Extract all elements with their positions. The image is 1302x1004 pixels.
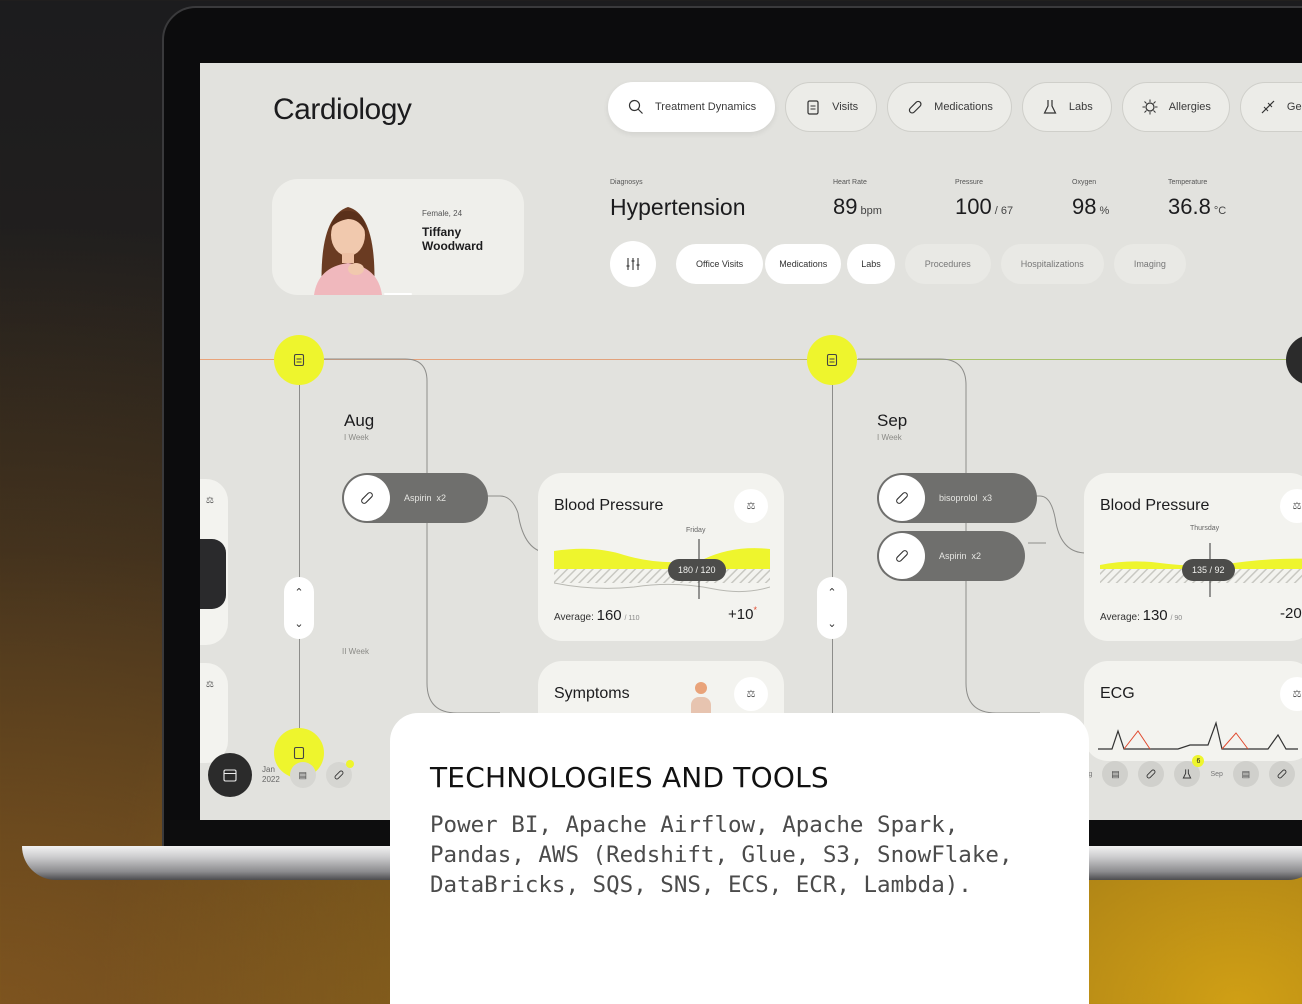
aug-week1-label: I Week xyxy=(344,433,369,442)
day-label: Thursday xyxy=(1190,525,1220,532)
device-card[interactable]: ⚖ xyxy=(200,479,228,645)
sep-blood-pressure-card[interactable]: Blood Pressure ⚖ Thursday 135 / 92 Avera… xyxy=(1084,473,1302,641)
sep-month-label: Sep xyxy=(877,411,908,430)
app-screen: Cardiology Treatment Dynamics Visits Med… xyxy=(200,63,1302,820)
chevron-up-icon[interactable]: ⌃ xyxy=(294,586,303,599)
scale-icon[interactable]: ⚖ xyxy=(734,489,768,523)
dock-medications-button[interactable] xyxy=(325,760,354,788)
bp-average: Average: 160 / 110 xyxy=(554,607,640,624)
pill-icon xyxy=(334,770,344,780)
technologies-text: Power BI, Apache Airflow, Apache Spark, … xyxy=(430,812,1013,898)
aug-blood-pressure-card[interactable]: Blood Pressure ⚖ Friday 180 / 120 Averag… xyxy=(538,473,784,641)
pill-icon xyxy=(1277,769,1287,779)
device-card-2[interactable]: ⚖ xyxy=(200,663,228,763)
aug-week2-label: II Week xyxy=(342,647,369,656)
bp-average: Average: 130 / 90 xyxy=(1100,607,1183,624)
scale-icon: ⚖ xyxy=(205,679,214,689)
calendar-icon xyxy=(223,769,237,782)
technologies-card: TECHNOLOGIES AND TOOLS Power BI, Apache … xyxy=(390,713,1089,1004)
flask-icon xyxy=(1183,769,1192,779)
sep-vertical-line xyxy=(832,385,833,745)
chevron-up-icon[interactable]: ⌃ xyxy=(827,586,836,599)
sep-medication-pill-2[interactable]: Aspirin x2 xyxy=(877,531,1025,581)
sep-week1-label: I Week xyxy=(877,433,902,442)
day-label: Friday xyxy=(686,527,706,534)
dock-medications-button[interactable] xyxy=(1138,761,1165,787)
scale-icon[interactable]: ⚖ xyxy=(1280,489,1302,523)
clipboard-icon: ▤ xyxy=(298,769,308,780)
sep-visit-node[interactable] xyxy=(807,335,857,385)
clipboard-icon: ▤ xyxy=(1241,768,1251,779)
card-title: ECG xyxy=(1100,685,1135,702)
clipboard-icon xyxy=(826,353,838,367)
pill-icon xyxy=(1147,769,1156,779)
dock-date: Jan 2022 xyxy=(262,765,280,784)
bottom-dock-right: Aug ▤ 6 Sep ▤ xyxy=(1080,755,1295,787)
pill-icon xyxy=(344,475,390,521)
pill-icon xyxy=(879,475,925,521)
dock-visits-button[interactable]: ▤ xyxy=(289,762,316,788)
scale-icon[interactable]: ⚖ xyxy=(734,677,768,711)
sep-medication-pill-1[interactable]: bisoprolol x3 xyxy=(877,473,1037,523)
bp-delta: -20 xyxy=(1280,605,1302,622)
bottom-dock: Jan 2022 ▤ xyxy=(208,753,354,797)
pill-icon xyxy=(879,533,925,579)
calendar-button[interactable] xyxy=(208,753,252,797)
chevron-down-icon[interactable]: ⌄ xyxy=(827,617,836,630)
ecg-waveform xyxy=(1098,721,1298,750)
aug-medication-pill[interactable]: Aspirin x2 xyxy=(342,473,488,523)
medication-name: Aspirin x2 xyxy=(939,551,982,561)
bp-readout: 135 / 92 xyxy=(1182,559,1235,581)
ecg-card[interactable]: ECG ⚖ xyxy=(1084,661,1302,761)
device-image xyxy=(200,539,226,609)
card-title: Symptoms xyxy=(554,685,630,702)
aug-vertical-line xyxy=(299,385,300,745)
bp-delta: +10* xyxy=(728,605,757,623)
dock-medications-button[interactable] xyxy=(1268,761,1295,787)
bp-readout: 180 / 120 xyxy=(668,559,726,581)
scale-icon: ⚖ xyxy=(205,495,214,505)
dock-labs-button[interactable]: 6 xyxy=(1174,755,1205,787)
medication-name: Aspirin x2 xyxy=(404,493,447,503)
sep-scroll-control[interactable]: ⌃ ⌄ xyxy=(817,577,847,639)
card-title: Blood Pressure xyxy=(554,497,664,514)
chevron-down-icon[interactable]: ⌄ xyxy=(294,617,303,630)
dock-visits-button[interactable]: ▤ xyxy=(1232,761,1259,787)
bp-chart xyxy=(554,539,770,599)
card-title: Blood Pressure xyxy=(1100,497,1210,514)
scale-icon[interactable]: ⚖ xyxy=(1280,677,1302,711)
clipboard-icon xyxy=(293,353,305,367)
aug-scroll-control[interactable]: ⌃ ⌄ xyxy=(284,577,314,639)
aug-month-label: Aug xyxy=(344,411,375,430)
clipboard-icon: ▤ xyxy=(1111,768,1120,779)
notification-dot xyxy=(345,760,354,768)
dock-month-label: Sep xyxy=(1210,770,1223,778)
aug-visit-node[interactable] xyxy=(274,335,324,385)
medication-name: bisoprolol x3 xyxy=(939,493,993,503)
dock-visits-button[interactable]: ▤ xyxy=(1102,761,1129,787)
notification-badge: 6 xyxy=(1192,755,1205,767)
technologies-title: TECHNOLOGIES AND TOOLS xyxy=(430,761,829,794)
